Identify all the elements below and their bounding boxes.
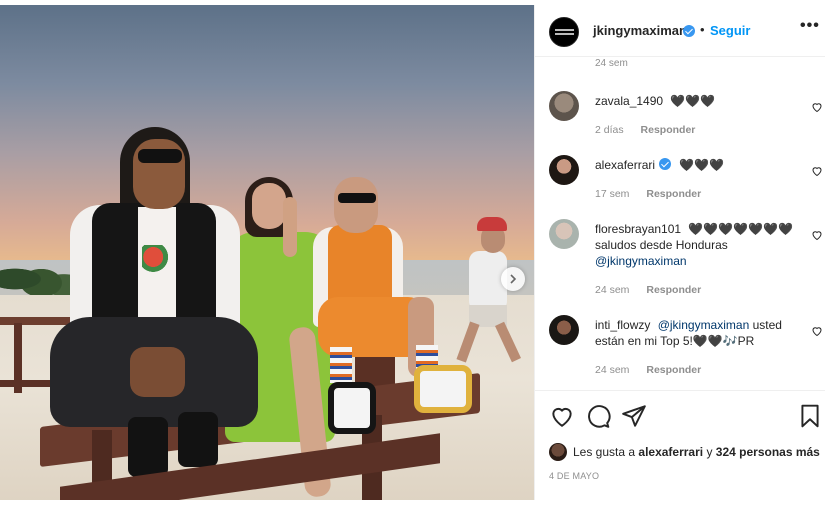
- comment-username[interactable]: alexaferrari: [595, 158, 655, 172]
- photo-left-bench-leg: [14, 323, 22, 393]
- likes-middle: y: [706, 445, 713, 459]
- header-separator: •: [700, 22, 705, 37]
- reply-button[interactable]: Responder: [646, 364, 701, 376]
- likes-summary[interactable]: Les gusta a alexaferrari y 324 personas …: [549, 443, 820, 461]
- author-username[interactable]: jkingymaximan: [593, 23, 687, 38]
- comment-body: zavala_1490 🖤🖤🖤: [595, 93, 795, 109]
- verified-icon: [659, 158, 672, 170]
- heart-icon[interactable]: [811, 165, 823, 177]
- more-options-icon[interactable]: •••: [800, 17, 820, 37]
- avatar[interactable]: [549, 315, 579, 345]
- avatar[interactable]: [549, 219, 579, 249]
- instagram-post: jkingymaximan • Seguir ••• 24 sem zavala…: [0, 0, 825, 506]
- photo-person-walking: [455, 217, 525, 367]
- comments-list[interactable]: 24 sem zavala_1490 🖤🖤🖤 2 días Responder: [535, 58, 825, 388]
- comment-body: alexaferrari 🖤🖤🖤: [595, 157, 795, 173]
- reply-button[interactable]: Responder: [646, 284, 701, 296]
- post-photo[interactable]: [0, 5, 534, 500]
- avatar[interactable]: [549, 155, 579, 185]
- comment-icon[interactable]: [585, 403, 611, 429]
- share-icon[interactable]: [621, 403, 647, 429]
- post-side-panel: jkingymaximan • Seguir ••• 24 sem zavala…: [534, 5, 825, 500]
- verified-icon: [683, 25, 695, 37]
- heart-icon[interactable]: [811, 229, 823, 241]
- comment-mention[interactable]: @jkingymaximan: [658, 318, 750, 332]
- comment-username[interactable]: zavala_1490: [595, 94, 663, 108]
- likes-prefix: Les gusta a: [573, 445, 636, 459]
- comment-meta: 17 sem Responder: [595, 188, 701, 200]
- comment-text: 🖤🖤🖤: [679, 158, 725, 172]
- comment-time: 17 sem: [595, 188, 630, 200]
- post-header: jkingymaximan • Seguir •••: [535, 5, 825, 57]
- comment-time: 24 sem: [595, 284, 630, 296]
- comment-text: usted: [752, 318, 782, 332]
- likes-user[interactable]: alexaferrari: [638, 445, 703, 459]
- follow-button[interactable]: Seguir: [710, 23, 750, 38]
- likes-count[interactable]: 324 personas más: [716, 445, 820, 459]
- heart-icon[interactable]: [549, 403, 575, 429]
- heart-icon[interactable]: [811, 101, 823, 113]
- avatar: [549, 443, 567, 461]
- comment-text-line2: saludos desde Honduras: [595, 238, 728, 252]
- comment-text: 🖤🖤🖤🖤🖤🖤🖤: [688, 222, 793, 236]
- comment-body: inti_flowzy @jkingymaximan usted están e…: [595, 317, 795, 349]
- chevron-right-icon: [510, 274, 517, 284]
- comment-mention[interactable]: @jkingymaximan: [595, 254, 687, 268]
- avatar[interactable]: [549, 91, 579, 121]
- comment-username[interactable]: floresbrayan101: [595, 222, 681, 236]
- comment-body: floresbrayan101 🖤🖤🖤🖤🖤🖤🖤 saludos desde Ho…: [595, 221, 795, 269]
- comment-time: 24 sem: [595, 58, 628, 69]
- bookmark-icon[interactable]: [797, 403, 823, 429]
- post-actions: Les gusta a alexaferrari y 324 personas …: [535, 390, 825, 500]
- next-photo-button[interactable]: [501, 267, 525, 291]
- heart-icon[interactable]: [811, 325, 823, 337]
- reply-button[interactable]: Responder: [641, 124, 696, 136]
- comment-meta: 24 sem Responder: [595, 284, 701, 296]
- comment-time: 24 sem: [595, 364, 630, 376]
- comment-text-line2: están en mi Top 5!🖤🖤🎶PR: [595, 334, 755, 348]
- comment-meta: 2 días Responder: [595, 124, 695, 136]
- author-avatar[interactable]: [549, 17, 579, 47]
- comment-text: 🖤🖤🖤: [670, 94, 716, 108]
- photo-person-dreadlocks: [50, 127, 260, 482]
- comment-meta: 24 sem Responder: [595, 364, 701, 376]
- comment-username[interactable]: inti_flowzy: [595, 318, 650, 332]
- photo-person-orange-outfit: [308, 177, 478, 437]
- reply-button[interactable]: Responder: [646, 188, 701, 200]
- comment-time: 2 días: [595, 124, 624, 136]
- post-date: 4 DE MAYO: [549, 471, 600, 481]
